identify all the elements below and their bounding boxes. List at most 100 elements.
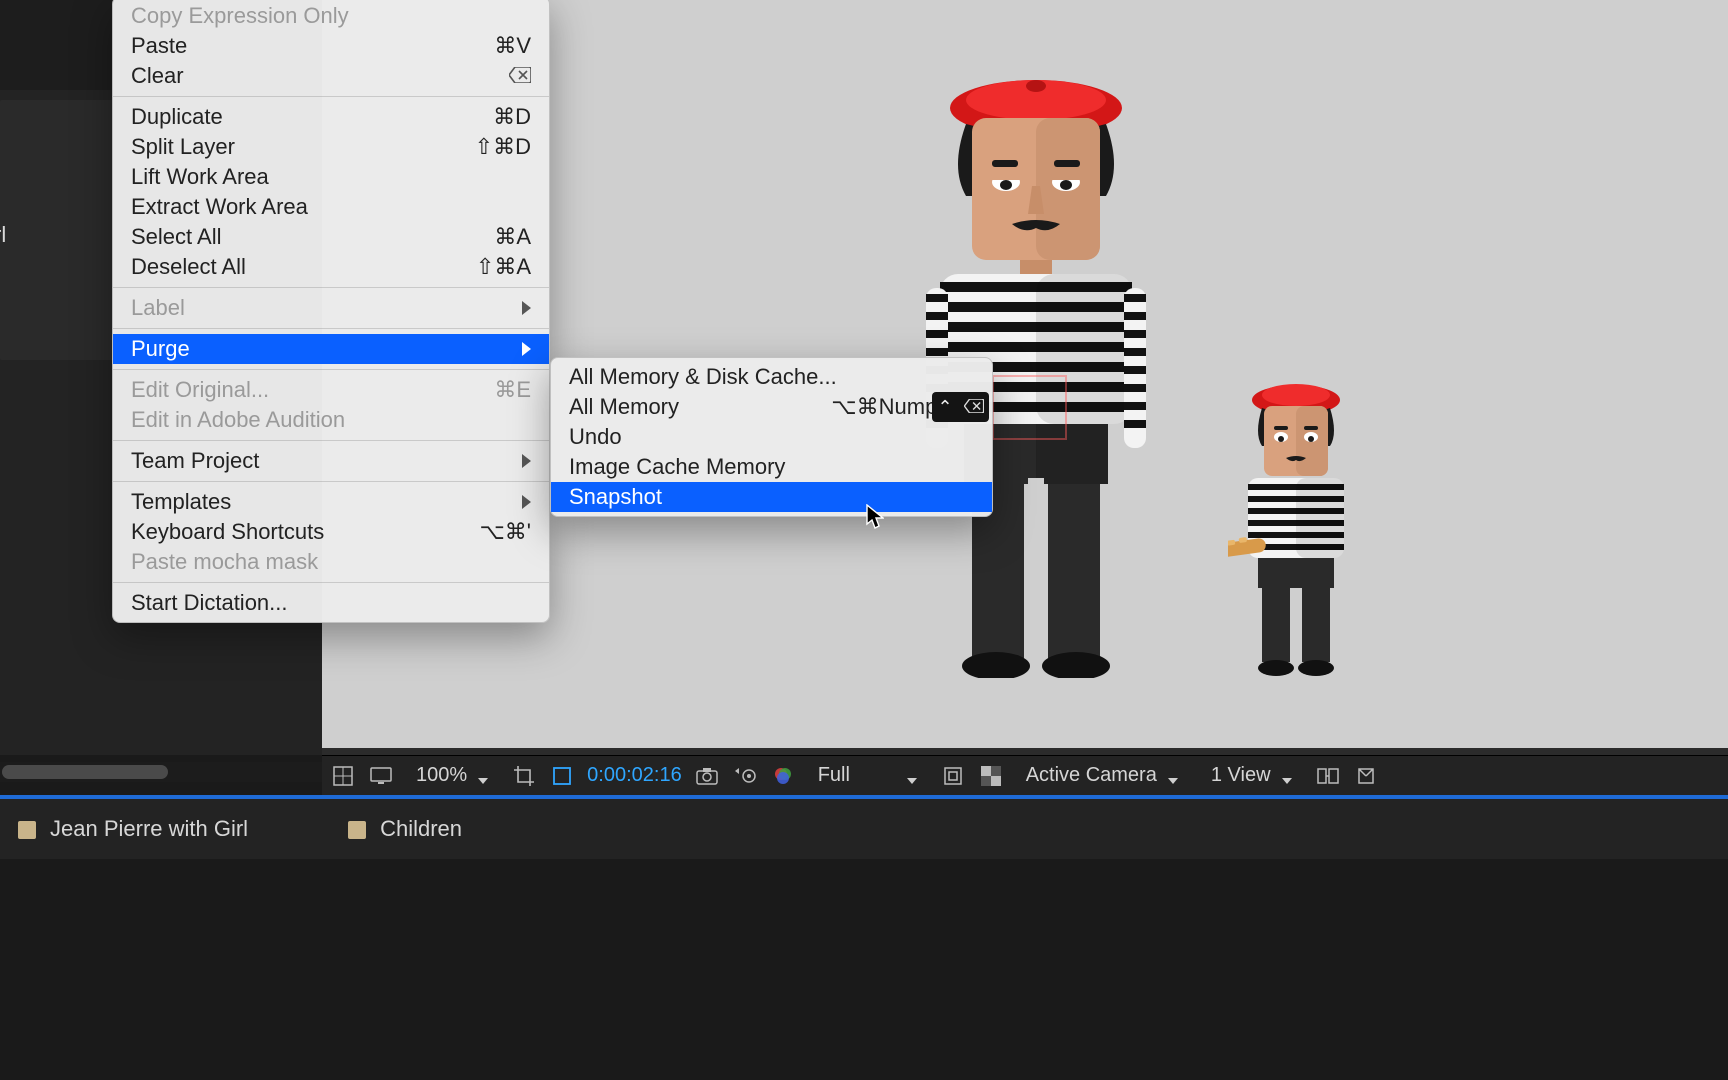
menu-label: All Memory & Disk Cache... (569, 364, 837, 390)
viewport-border (322, 748, 1728, 755)
menu-item-edit-in-audition[interactable]: Edit in Adobe Audition (113, 405, 549, 435)
menu-item-edit-original[interactable]: Edit Original... ⌘E (113, 375, 549, 405)
views-dropdown[interactable]: 1 View (1201, 762, 1303, 789)
menu-item-templates[interactable]: Templates (113, 487, 549, 517)
scrollbar-thumb[interactable] (2, 765, 168, 779)
menu-label: Lift Work Area (131, 164, 269, 190)
menu-label: Copy Expression Only (131, 3, 349, 29)
zoom-dropdown[interactable]: 100% (406, 762, 499, 789)
mask-toggle-icon[interactable] (549, 763, 575, 789)
menu-item-split-layer[interactable]: Split Layer⇧⌘D (113, 132, 549, 162)
menu-item-deselect-all[interactable]: Deselect All⇧⌘A (113, 252, 549, 282)
menu-label: Keyboard Shortcuts (131, 519, 324, 545)
menu-label: All Memory (569, 394, 679, 420)
menu-label: Team Project (131, 448, 259, 474)
submenu-arrow-icon (517, 301, 531, 315)
menu-item-extract-work-area[interactable]: Extract Work Area (113, 192, 549, 222)
timeline-area[interactable] (0, 859, 1728, 1080)
chevron-down-icon (477, 770, 489, 782)
menu-item-lift-work-area[interactable]: Lift Work Area (113, 162, 549, 192)
viewer-toolbar: 100% 0:00:02:16 Full Active Camera 1 Vie… (322, 755, 1728, 795)
submenu-item-all-memory-disk-cache[interactable]: All Memory & Disk Cache... (551, 362, 992, 392)
menu-separator (113, 440, 549, 441)
resolution-dropdown[interactable]: Full (808, 762, 928, 789)
edit-menu[interactable]: Copy Expression Only Paste ⌘V Clear Dupl… (112, 0, 550, 623)
menu-item-paste[interactable]: Paste ⌘V (113, 31, 549, 61)
comp-color-chip (18, 821, 36, 839)
menu-label: Purge (131, 336, 190, 362)
menu-item-clear[interactable]: Clear (113, 61, 549, 91)
menu-separator (113, 481, 549, 482)
menu-shortcut: ⌘D (493, 104, 531, 130)
submenu-arrow-icon (517, 342, 531, 356)
menu-item-label[interactable]: Label (113, 293, 549, 323)
zoom-value: 100% (416, 764, 467, 787)
menu-separator (113, 582, 549, 583)
menu-item-keyboard-shortcuts[interactable]: Keyboard Shortcuts ⌥⌘' (113, 517, 549, 547)
camera-value: Active Camera (1026, 764, 1157, 787)
menu-label: Snapshot (569, 484, 662, 510)
menu-item-copy-expression-only[interactable]: Copy Expression Only (113, 1, 549, 31)
monitor-icon[interactable] (368, 763, 394, 789)
menu-shortcut: ⌘V (494, 33, 531, 59)
menu-label: Label (131, 295, 185, 321)
left-panel-horizontal-scrollbar[interactable] (0, 762, 322, 782)
float-chevron-icon[interactable]: ⌃ (937, 397, 952, 418)
pixel-aspect-icon[interactable] (1315, 763, 1341, 789)
channels-icon[interactable] (770, 763, 796, 789)
menu-label: Image Cache Memory (569, 454, 785, 480)
comp-tab[interactable]: Jean Pierre with Girl (18, 816, 248, 842)
transparency-grid-icon[interactable] (978, 763, 1004, 789)
comp-name: Jean Pierre with Girl (50, 816, 248, 842)
submenu-item-snapshot[interactable]: Snapshot (551, 482, 992, 512)
chevron-down-icon (906, 770, 918, 782)
menu-label: Clear (131, 63, 184, 89)
camera-dropdown[interactable]: Active Camera (1016, 762, 1189, 789)
menu-separator (113, 287, 549, 288)
grid-icon[interactable] (330, 763, 356, 789)
left-panel-truncated-label: rl (0, 222, 6, 248)
chevron-down-icon (1167, 770, 1179, 782)
menu-label: Paste mocha mask (131, 549, 318, 575)
menu-item-select-all[interactable]: Select All⌘A (113, 222, 549, 252)
comp-name: Children (380, 816, 462, 842)
composition-tab-bar: Jean Pierre with Girl Children (0, 799, 1728, 859)
menu-shortcut: ⌘E (494, 377, 531, 403)
menu-item-paste-mocha-mask[interactable]: Paste mocha mask (113, 547, 549, 577)
fast-previews-icon[interactable] (1353, 763, 1379, 789)
timecode-display[interactable]: 0:00:02:16 (587, 764, 682, 787)
float-close-icon[interactable] (964, 397, 984, 418)
mini-float-panel[interactable]: ⌃ (932, 392, 989, 422)
submenu-item-all-memory[interactable]: All Memory⌥⌘Numpad / (551, 392, 992, 422)
comp-color-chip (348, 821, 366, 839)
menu-label: Duplicate (131, 104, 223, 130)
purge-submenu[interactable]: All Memory & Disk Cache... All Memory⌥⌘N… (550, 357, 993, 517)
menu-item-duplicate[interactable]: Duplicate ⌘D (113, 102, 549, 132)
views-value: 1 View (1211, 764, 1271, 787)
menu-label: Edit Original... (131, 377, 269, 403)
submenu-item-undo[interactable]: Undo (551, 422, 992, 452)
menu-separator (113, 96, 549, 97)
menu-label: Start Dictation... (131, 590, 288, 616)
menu-label: Templates (131, 489, 231, 515)
submenu-arrow-icon (517, 495, 531, 509)
menu-shortcut (509, 63, 531, 89)
comp-tab[interactable]: Children (348, 816, 462, 842)
menu-item-team-project[interactable]: Team Project (113, 446, 549, 476)
menu-item-start-dictation[interactable]: Start Dictation... (113, 588, 549, 618)
crop-icon[interactable] (511, 763, 537, 789)
menu-separator (113, 328, 549, 329)
menu-shortcut: ⌥⌘' (479, 519, 531, 545)
menu-label: Edit in Adobe Audition (131, 407, 345, 433)
submenu-item-image-cache-memory[interactable]: Image Cache Memory (551, 452, 992, 482)
menu-label: Undo (569, 424, 622, 450)
menu-shortcut: ⇧⌘A (476, 254, 531, 280)
region-of-interest-icon[interactable] (940, 763, 966, 789)
snapshot-icon[interactable] (694, 763, 720, 789)
character-small (1228, 384, 1364, 684)
show-snapshot-icon[interactable] (732, 763, 758, 789)
menu-label: Extract Work Area (131, 194, 308, 220)
menu-item-purge[interactable]: Purge (113, 334, 549, 364)
selection-rectangle (992, 375, 1067, 440)
menu-shortcut: ⌘A (494, 224, 531, 250)
